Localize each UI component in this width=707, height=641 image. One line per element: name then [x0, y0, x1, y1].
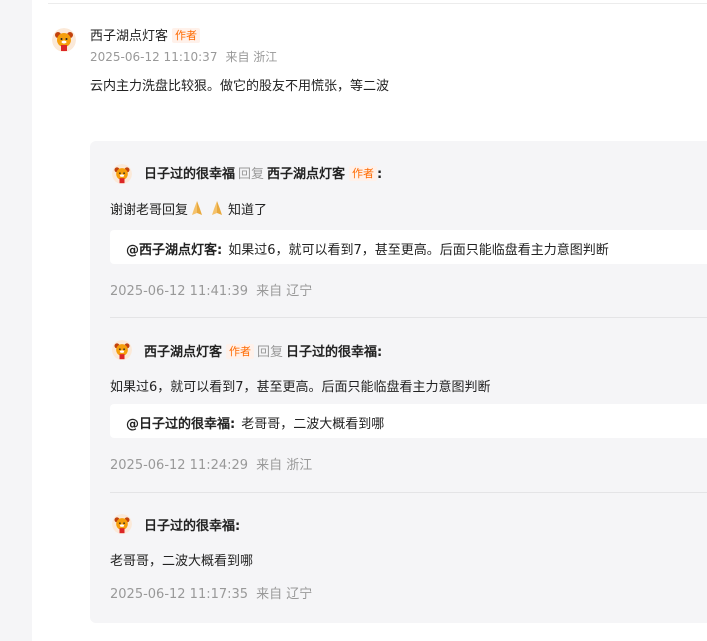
location: 来自 辽宁	[256, 587, 313, 602]
reply-word: 回复	[238, 167, 265, 182]
author-name[interactable]: 西子湖点灯客	[90, 29, 168, 44]
reply-list: 日子过的很幸福 回复 西子湖点灯客 作者: 谢谢老哥回复 知道了 @西子湖点灯客: 如果过…	[90, 141, 707, 623]
reply-author[interactable]: 日子过的很幸福	[144, 167, 235, 182]
author-badge: 作者	[172, 28, 201, 43]
timestamp: 2025-06-12 11:41:39	[110, 284, 249, 299]
reply-target[interactable]: 西子湖点灯客	[267, 167, 345, 182]
quote-content: @日子过的很幸福: 老哥哥，二波大概看到哪	[126, 413, 384, 432]
timestamp: 2025-06-12 11:24:29	[110, 458, 249, 473]
top-divider	[48, 3, 707, 4]
reply-divider	[110, 492, 707, 493]
quote-content: @西子湖点灯客: 如果过6，就可以看到7，甚至更高。后面只能临盘看主力意图判断	[126, 239, 609, 258]
reply-author[interactable]: 西子湖点灯客	[144, 345, 222, 360]
tiger-avatar-icon	[112, 514, 132, 534]
location: 来自 浙江	[225, 50, 278, 64]
timestamp: 2025-06-12 11:17:35	[110, 587, 249, 602]
tiger-avatar-icon	[112, 164, 132, 184]
reply-text-prefix: 谢谢老哥回复	[110, 203, 189, 218]
avatar[interactable]	[112, 514, 132, 534]
quoted-comment[interactable]: @西子湖点灯客: 如果过6，就可以看到7，甚至更高。后面只能临盘看主力意图判断	[110, 230, 707, 264]
tiger-avatar-icon	[112, 340, 132, 360]
quote-mention[interactable]: @日子过的很幸福:	[126, 417, 235, 432]
comment-meta: 2025-06-12 11:10:37 来自 浙江	[90, 48, 277, 65]
quote-text: 老哥哥，二波大概看到哪	[241, 417, 385, 432]
reply-text: 谢谢老哥回复 知道了	[110, 199, 267, 221]
avatar[interactable]	[112, 164, 132, 184]
reply-word: 回复	[257, 345, 284, 360]
author-badge: 作者	[349, 166, 378, 181]
avatar[interactable]	[112, 340, 132, 360]
reply-target[interactable]: 日子过的很幸福:	[286, 345, 382, 360]
reply-divider	[110, 317, 707, 318]
comment-author[interactable]: 西子湖点灯客 作者	[90, 25, 201, 44]
comment-text: 云内主力洗盘比较狠。做它的股友不用慌张，等二波	[90, 79, 390, 94]
reply-header: 日子过的很幸福:	[144, 515, 240, 534]
quote-text: 如果过6，就可以看到7，甚至更高。后面只能临盘看主力意图判断	[228, 243, 609, 258]
author-badge: 作者	[226, 344, 255, 359]
reply-text: 如果过6，就可以看到7，甚至更高。后面只能临盘看主力意图判断	[110, 380, 491, 395]
reply-header: 日子过的很幸福 回复 西子湖点灯客 作者:	[144, 163, 382, 182]
reply-author[interactable]: 日子过的很幸福:	[144, 519, 240, 534]
reply-meta: 2025-06-12 11:17:35 来自 辽宁	[110, 583, 312, 602]
reply-colon: :	[377, 167, 383, 182]
reply-text: 老哥哥，二波大概看到哪	[110, 554, 254, 569]
reply-meta: 2025-06-12 11:41:39 来自 辽宁	[110, 280, 312, 299]
folded-hands-icon	[208, 199, 226, 221]
reply-text-suffix: 知道了	[228, 203, 268, 218]
timestamp: 2025-06-12 11:10:37	[90, 50, 218, 64]
tiger-avatar-icon	[52, 28, 76, 52]
folded-hands-icon	[188, 199, 206, 221]
location: 来自 浙江	[256, 458, 313, 473]
reply-header: 西子湖点灯客 作者 回复 日子过的很幸福:	[144, 341, 382, 360]
location: 来自 辽宁	[256, 284, 313, 299]
reply-meta: 2025-06-12 11:24:29 来自 浙江	[110, 454, 312, 473]
avatar[interactable]	[52, 28, 76, 52]
quote-mention[interactable]: @西子湖点灯客:	[126, 243, 222, 258]
quoted-comment[interactable]: @日子过的很幸福: 老哥哥，二波大概看到哪	[110, 404, 707, 438]
